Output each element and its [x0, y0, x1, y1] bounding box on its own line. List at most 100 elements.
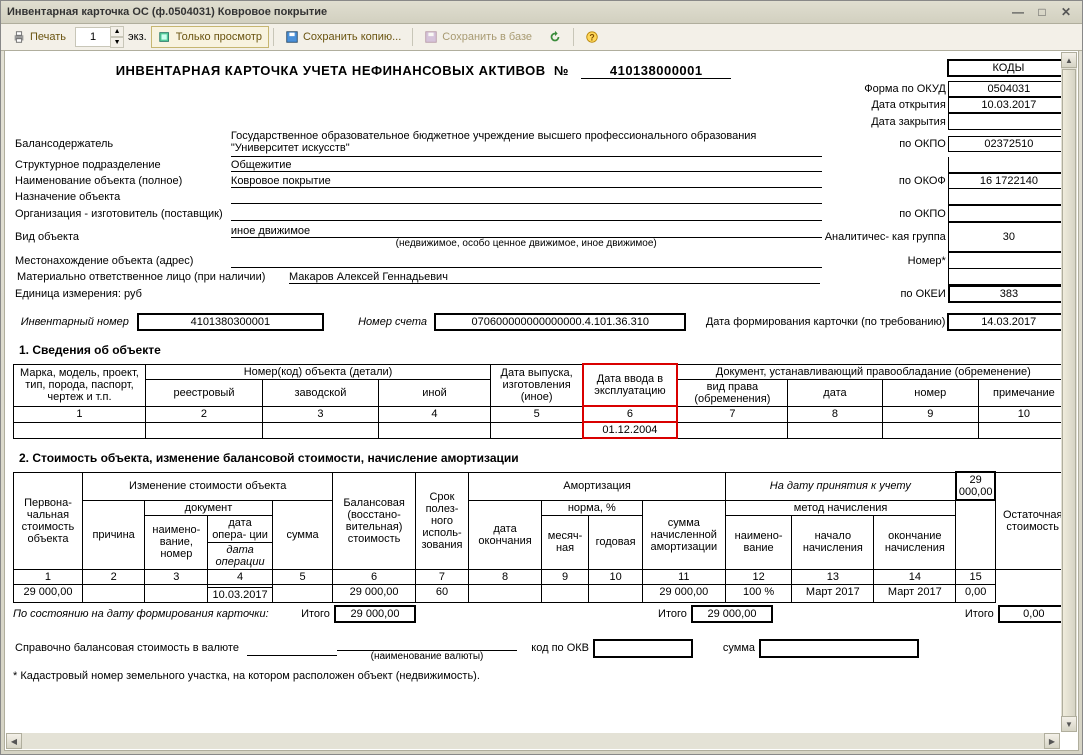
sec2-table: Первона- чальная стоимость объекта Измен…: [13, 471, 1070, 603]
vertical-scrollbar[interactable]: ▲ ▼: [1061, 52, 1077, 732]
scroll-thumb-v[interactable]: [1062, 69, 1076, 729]
resp-value: Макаров Алексей Геннадьевич: [289, 271, 820, 284]
kind-label: Вид объекта: [13, 222, 231, 252]
name-label: Наименование объекта (полное): [13, 173, 231, 189]
analyt-label: Аналитичес- кая группа: [822, 222, 948, 252]
titlebar: Инвентарная карточка ОС (ф.0504031) Ковр…: [1, 1, 1082, 24]
save-db-label: Сохранить в базе: [442, 31, 532, 43]
holder-value: Государственное образовательное бюджетно…: [231, 130, 822, 157]
window-title: Инвентарная карточка ОС (ф.0504031) Ковр…: [7, 6, 327, 18]
kind-note: (недвижимое, особо ценное движимое, иное…: [231, 238, 822, 249]
unitmeasure-label: Единица измерения: руб: [13, 285, 822, 303]
itogo1: Итого: [272, 605, 334, 623]
curr-sum-value: [759, 639, 919, 658]
nomer-value: [948, 252, 1070, 269]
curr-amount: [247, 640, 337, 656]
maximize-button[interactable]: □: [1032, 3, 1052, 21]
toolbar-sep-3: [573, 28, 574, 46]
okud-label: Форма по ОКУД: [822, 81, 948, 97]
help-button[interactable]: ?: [578, 26, 606, 48]
horizontal-scrollbar[interactable]: ◀ ▶: [6, 733, 1060, 749]
inv-no-label: Инвентарный номер: [13, 313, 137, 331]
svg-text:?: ?: [589, 33, 594, 43]
total-label: По состоянию на дату формирования карточ…: [13, 605, 272, 623]
diskette-icon: [285, 30, 299, 44]
printer-icon: [12, 30, 26, 44]
scroll-right-icon[interactable]: ▶: [1044, 733, 1060, 749]
minimize-button[interactable]: —: [1008, 3, 1028, 21]
copies-value[interactable]: 1: [75, 27, 111, 47]
itogo2: Итого: [639, 605, 691, 623]
okof-label: по ОКОФ: [822, 173, 948, 189]
print-button[interactable]: Печать: [5, 26, 73, 48]
copies-down[interactable]: ▼: [110, 37, 124, 48]
sec1-row: 01.12.2004: [14, 422, 1070, 438]
sec2-row1: 29 000,00 29 000,00 60 29 000,00 100 % М…: [14, 584, 1070, 587]
scroll-up-icon[interactable]: ▲: [1061, 52, 1077, 68]
copies-up[interactable]: ▲: [110, 26, 124, 37]
okpo1-label: по ОКПО: [822, 130, 948, 157]
toolbar: Печать 1 ▲ ▼ экз. Только просмотр Сохран…: [1, 24, 1082, 51]
curr-label: Справочно балансовая стоимость в валюте: [13, 635, 247, 662]
resp-label: Материально ответственное лицо (при нали…: [15, 271, 289, 284]
toolbar-sep-1: [273, 28, 274, 46]
purpose-label: Назначение объекта: [13, 189, 231, 205]
loc-label: Местонахождение объекта (адрес): [13, 252, 231, 269]
preview-label: Только просмотр: [176, 31, 262, 43]
sec1-table: Марка, модель, проект, тип, порода, пасп…: [13, 363, 1070, 439]
commissioning-date: 01.12.2004: [583, 422, 677, 438]
window: Инвентарная карточка ОС (ф.0504031) Ковр…: [0, 0, 1083, 755]
save-copy-label: Сохранить копию...: [303, 31, 401, 43]
okei-value: 383: [948, 285, 1070, 303]
holder-label: Балансодержатель: [13, 130, 231, 157]
acct-value: 070600000000000000.4.101.36.310: [434, 313, 686, 331]
save-copy-button[interactable]: Сохранить копию...: [278, 26, 408, 48]
refresh-button[interactable]: [541, 26, 569, 48]
help-icon: ?: [585, 30, 599, 44]
close-button[interactable]: ✕: [1056, 3, 1076, 21]
scroll-left-icon[interactable]: ◀: [6, 733, 22, 749]
okv-label: код по ОКВ: [517, 635, 593, 662]
sec1-title: 1. Сведения об объекте: [13, 331, 1070, 363]
total-c6: 29 000,00: [334, 605, 416, 623]
total-c15: 0,00: [998, 605, 1070, 623]
scroll-down-icon[interactable]: ▼: [1061, 716, 1077, 732]
open-date-value: 10.03.2017: [948, 97, 1070, 113]
total-c11: 29 000,00: [691, 605, 773, 623]
curr-name-sub: (наименование валюты): [337, 651, 517, 662]
itogo3: Итого: [950, 605, 998, 623]
kind-value: иное движимое: [231, 225, 822, 238]
curr-sum-label: сумма: [693, 635, 759, 662]
copies-unit: экз.: [126, 31, 149, 43]
preview-toggle[interactable]: Только просмотр: [151, 26, 269, 48]
doc-main-title: ИНВЕНТАРНАЯ КАРТОЧКА УЧЕТА НЕФИНАНСОВЫХ …: [13, 59, 834, 79]
window-buttons: — □ ✕: [1008, 3, 1076, 21]
okud-value: 0504031: [948, 81, 1070, 97]
curr-name: [337, 635, 517, 651]
refresh-icon: [548, 30, 562, 44]
purpose-value: [231, 190, 822, 204]
document-viewport[interactable]: ИНВЕНТАРНАЯ КАРТОЧКА УЧЕТА НЕФИНАНСОВЫХ …: [4, 50, 1079, 751]
analyt-value: 30: [948, 222, 1070, 252]
copies-spinner[interactable]: 1 ▲ ▼: [75, 26, 124, 48]
toolbar-sep-2: [412, 28, 413, 46]
formdate-value: 14.03.2017: [947, 313, 1070, 331]
okpo1-value: 02372510: [948, 136, 1070, 152]
inv-no-value: 4101380300001: [137, 313, 324, 331]
okpo2-value: [948, 205, 1070, 222]
unit-label: Структурное подразделение: [13, 157, 231, 173]
sec2-totals: По состоянию на дату формирования карточ…: [13, 605, 1070, 623]
doc-number: 410138000001: [581, 63, 731, 79]
unit-value: Общежитие: [231, 159, 822, 172]
open-date-label: Дата открытия: [822, 97, 948, 113]
close-date-label: Дата закрытия: [822, 113, 948, 130]
nomer-label: Номер*: [822, 252, 948, 269]
okpo2-label: по ОКПО: [822, 205, 948, 222]
currency-ref: Справочно балансовая стоимость в валюте …: [13, 635, 1070, 662]
save-db-button[interactable]: Сохранить в базе: [417, 26, 539, 48]
maker-label: Организация - изготовитель (поставщик): [13, 205, 231, 222]
loc-value: [231, 254, 822, 268]
name-value: Ковровое покрытие: [231, 175, 822, 188]
footnote: * Кадастровый номер земельного участка, …: [13, 662, 1070, 682]
print-label: Печать: [30, 31, 66, 43]
